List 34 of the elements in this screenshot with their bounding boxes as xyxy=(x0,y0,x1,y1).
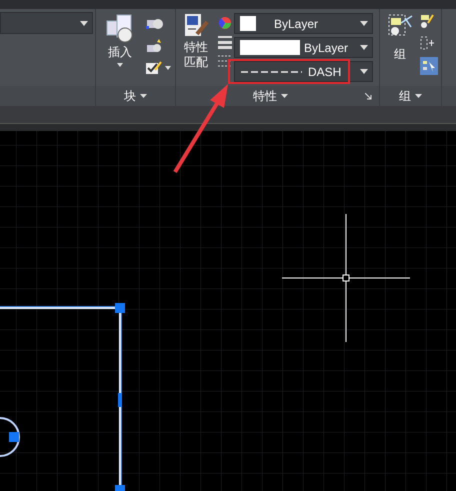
linetype-icon[interactable] xyxy=(218,54,232,68)
caret-icon xyxy=(117,63,123,67)
caret-icon xyxy=(165,66,171,70)
caret-icon xyxy=(360,69,368,74)
color-dropdown[interactable]: ByLayer xyxy=(234,13,373,34)
dropdown-value: ByLayer xyxy=(274,16,320,32)
dialog-launcher-icon[interactable] xyxy=(365,92,372,100)
crosshair-cursor-icon xyxy=(282,214,410,342)
panel-title[interactable]: 特性 xyxy=(253,87,277,105)
block-edit-icon[interactable] xyxy=(146,38,164,54)
caret-icon xyxy=(80,20,88,26)
block-insert-icon xyxy=(105,13,135,43)
check-pencil-icon[interactable] xyxy=(146,61,162,75)
dashed-line-preview xyxy=(240,70,302,74)
lineweight-icon[interactable] xyxy=(218,35,232,49)
group-button[interactable]: 组 xyxy=(386,13,414,86)
group-edit-icon[interactable] xyxy=(420,35,434,51)
match-properties-button[interactable]: 特性匹配 xyxy=(182,12,210,86)
color-wheel-icon[interactable] xyxy=(218,16,232,30)
insert-button[interactable]: 插入 xyxy=(102,13,138,86)
lineweight-dropdown[interactable]: ByLayer xyxy=(234,37,373,58)
panel-title[interactable]: 块 xyxy=(124,87,136,105)
panel-title[interactable]: 组 xyxy=(399,87,411,105)
caret-icon xyxy=(140,94,147,98)
ungroup-icon[interactable] xyxy=(420,13,434,29)
dropdown-value: DASH xyxy=(308,64,342,80)
lineweight-preview xyxy=(240,40,300,55)
caret-icon xyxy=(415,94,422,98)
caret-icon xyxy=(360,21,368,26)
color-swatch xyxy=(240,16,256,31)
caret-icon xyxy=(281,94,288,98)
caret-icon xyxy=(360,45,368,50)
group-select-icon[interactable] xyxy=(420,57,438,75)
dropdown-value: ByLayer xyxy=(304,40,350,56)
